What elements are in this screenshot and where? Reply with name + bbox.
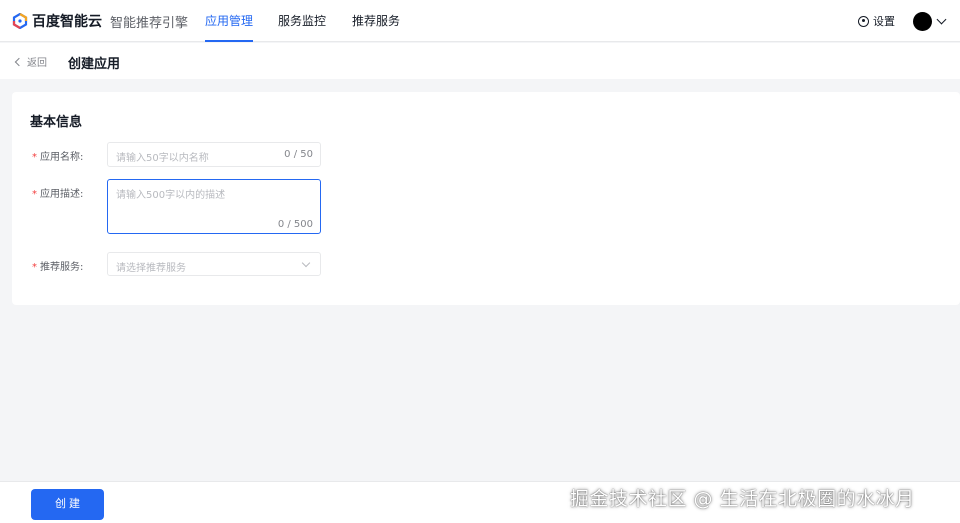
chevron-down-icon[interactable] [936,14,947,25]
settings-label: 设置 [873,15,895,28]
form-card: 基本信息 * 应用名称: 请输入50字以内名称 0 / 50 * 应用描述: 请输入… [12,92,960,305]
service-select[interactable]: 请选择推荐服务 [107,252,321,276]
watermark: 掘金技术社区 @ 生活在北极圈的水冰月 [570,488,915,510]
footer-bar: 创 建 掘金技术社区 @ 生活在北极圈的水冰月 [0,481,960,523]
tab-service-monitoring[interactable]: 服务监控 [278,0,326,42]
required-mark: * [32,152,37,163]
avatar[interactable] [913,12,932,31]
product-name: 智能推荐引擎 [110,15,189,31]
section-title: 基本信息 [30,115,83,130]
page-title: 创建应用 [68,57,121,72]
page-header: 返回 创建应用 [0,43,960,79]
chevron-left-icon [14,57,24,66]
service-placeholder: 请选择推荐服务 [116,263,186,274]
tab-recommendation-service[interactable]: 推荐服务 [352,0,400,42]
app-description-placeholder: 请输入500字以内的描述 [116,190,226,201]
gear-icon [858,15,869,27]
service-label: * 推荐服务: [32,262,84,273]
chevron-down-icon [301,258,311,268]
back-label: 返回 [27,58,47,69]
required-mark: * [32,189,37,200]
app-description-label: * 应用描述: [32,189,84,200]
app-description-textarea[interactable]: 请输入500字以内的描述 0 / 500 [107,179,321,234]
brand[interactable]: 百度智能云 智能推荐引擎 [12,11,188,31]
back-link[interactable]: 返回 [14,54,47,69]
settings-button[interactable]: 设置 [858,13,895,29]
app-name-input[interactable]: 请输入50字以内名称 0 / 50 [107,142,321,167]
baidu-cloud-logo-icon [12,13,28,29]
create-button[interactable]: 创 建 [31,489,104,520]
top-nav-bar: 百度智能云 智能推荐引擎 应用管理 服务监控 推荐服务 设置 [0,0,960,42]
tab-app-management[interactable]: 应用管理 [205,0,254,42]
app-description-counter: 0 / 500 [277,219,313,230]
required-mark: * [32,262,37,273]
app-name-placeholder: 请输入50字以内名称 [116,153,209,164]
brand-name: 百度智能云 [32,14,102,30]
app-name-label: * 应用名称: [32,152,84,163]
app-name-counter: 0 / 50 [284,149,313,160]
